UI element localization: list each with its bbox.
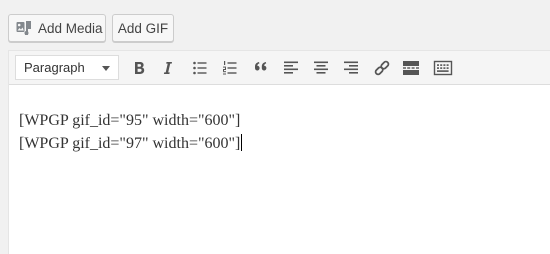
- format-select[interactable]: Paragraph: [15, 55, 119, 80]
- italic-icon: [163, 62, 172, 74]
- editor-content-area[interactable]: [WPGP gif_id="95" width="600"] [WPGP gif…: [19, 109, 539, 155]
- add-media-icon: [16, 20, 32, 37]
- align-right-button[interactable]: [340, 57, 362, 79]
- chevron-down-icon: [102, 66, 110, 71]
- shortcode-text: [WPGP gif_id="95" width="600"]: [19, 112, 241, 129]
- editor-toolbar: Paragraph: [9, 51, 550, 85]
- insert-link-button[interactable]: [371, 57, 393, 79]
- bulleted-list-icon: [193, 61, 207, 75]
- toolbar-toggle-icon: [433, 60, 453, 76]
- align-center-button[interactable]: [310, 57, 332, 79]
- numbered-list-icon: [223, 61, 237, 75]
- align-left-icon: [284, 61, 298, 74]
- align-center-icon: [314, 61, 328, 74]
- editor: Paragraph [WPGP gif_id="95" width="600"]…: [8, 50, 550, 254]
- add-media-button[interactable]: Add Media: [8, 14, 106, 42]
- media-buttons-bar: Add Media Add GIF: [0, 0, 550, 50]
- numbered-list-button[interactable]: [219, 57, 241, 79]
- add-gif-button[interactable]: Add GIF: [112, 14, 174, 42]
- blockquote-icon: [255, 62, 267, 71]
- add-gif-label: Add GIF: [117, 20, 169, 36]
- align-right-icon: [344, 61, 358, 74]
- shortcode-line: [WPGP gif_id="97" width="600"]: [19, 132, 539, 155]
- shortcode-line: [WPGP gif_id="95" width="600"]: [19, 109, 539, 132]
- read-more-button[interactable]: [400, 57, 422, 79]
- bold-button[interactable]: [128, 57, 150, 79]
- read-more-icon: [403, 61, 419, 75]
- align-left-button[interactable]: [280, 57, 302, 79]
- text-cursor: [241, 134, 243, 151]
- format-select-value: Paragraph: [24, 60, 85, 75]
- bulleted-list-button[interactable]: [189, 57, 211, 79]
- bold-icon: [135, 62, 145, 74]
- add-media-label: Add Media: [38, 20, 103, 36]
- shortcode-text: [WPGP gif_id="97" width="600"]: [19, 135, 241, 152]
- blockquote-button[interactable]: [250, 57, 272, 79]
- italic-button[interactable]: [157, 57, 179, 79]
- toolbar-toggle-button[interactable]: [432, 57, 454, 79]
- insert-link-icon: [374, 60, 390, 76]
